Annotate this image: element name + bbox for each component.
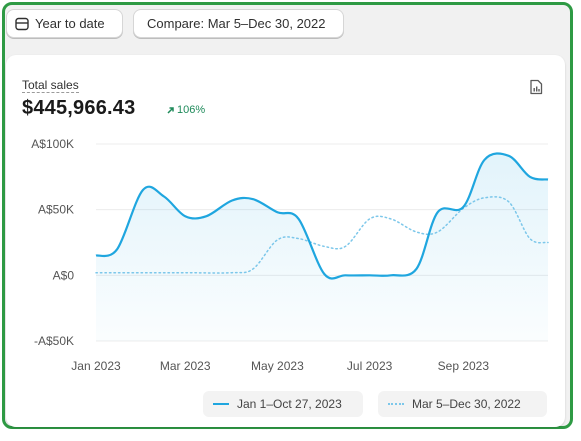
sales-chart: A$100K A$50K A$0 -A$50K Jan 2023 Mar 2023 May …	[31, 137, 549, 373]
x-tick-label: Mar 2023	[160, 359, 211, 373]
y-tick-label: A$100K	[31, 137, 74, 151]
legend-comparison-label: Mar 5–Dec 30, 2022	[412, 397, 521, 411]
legend-current-label: Jan 1–Oct 27, 2023	[237, 397, 342, 411]
y-tick-label: -A$50K	[34, 334, 74, 348]
x-tick-label: Sep 2023	[438, 359, 490, 373]
x-tick-label: May 2023	[251, 359, 304, 373]
legend-current[interactable]: Jan 1–Oct 27, 2023	[203, 391, 363, 417]
x-tick-label: Jul 2023	[347, 359, 393, 373]
legend-solid-line	[213, 403, 229, 405]
y-tick-label: A$0	[53, 268, 75, 282]
x-tick-label: Jan 2023	[71, 359, 121, 373]
y-tick-label: A$50K	[38, 203, 74, 217]
legend-comparison[interactable]: Mar 5–Dec 30, 2022	[378, 391, 547, 417]
series-current-area	[96, 153, 548, 341]
legend-dotted-line	[388, 403, 404, 405]
